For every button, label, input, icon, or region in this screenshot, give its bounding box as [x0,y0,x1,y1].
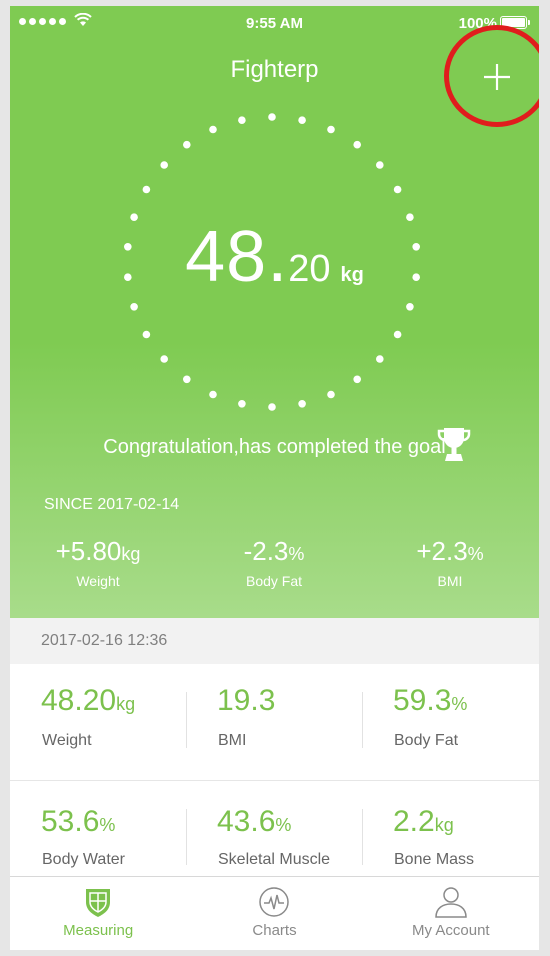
metrics-row: 53.6% Body Water 43.6% Skeletal Muscle 2… [10,780,539,885]
body-fat-change-label: Body Fat [245,573,303,589]
ring-dot [327,390,335,399]
record-datetime: 2017-02-16 12:36 [10,618,539,664]
metric-value: 59.3 [393,684,452,717]
since-date: SINCE 2017-02-14 [44,496,180,513]
metric-unit: % [275,815,292,835]
bmi-change-value: +2.3 [416,536,468,566]
weight-decimal: 20 [288,248,331,290]
body-fat-change: -2.3% Body Fat [186,536,362,589]
ring-dot [327,125,335,134]
shield-icon [86,889,111,917]
weight-change-value: +5.80 [55,536,122,566]
ring-dot [142,330,151,339]
ring-dot [268,113,276,121]
metric-label: Bone Mass [394,851,475,868]
ring-dot [160,355,168,363]
bmi-change-label: BMI [437,573,463,589]
ring-dot [298,400,306,408]
ring-dot [183,140,191,149]
tab-my-account[interactable]: My Account [363,877,539,950]
metric-value: 2.2 [393,805,435,838]
user-icon [435,887,467,918]
tab-label: My Account [412,922,490,939]
ring-dot [209,125,217,134]
metric-value: 43.6 [217,805,276,838]
metric-bone-mass[interactable]: 2.2kg Bone Mass [362,781,538,885]
metric-label: Weight [42,732,92,749]
tab-label: Measuring [63,922,134,939]
metrics-grid: 48.20kg Weight 19.3 BMI 59.3% Body Fat 5… [10,664,539,885]
weight-change-unit: kg [121,544,141,564]
ring-dot [238,116,246,124]
metric-body-fat[interactable]: 59.3% Body Fat [362,664,538,780]
app-screen: 9:55 AM 100% Fighterp 48.20 kg Congratula… [10,6,539,950]
ring-dot [130,303,138,311]
metric-label: Skeletal Muscle [218,851,331,868]
body-fat-change-value: -2.3 [243,536,289,566]
ring-dot [209,390,217,399]
metric-value: 53.6 [41,805,100,838]
ring-dot [238,400,246,408]
ring-dot [160,161,168,169]
ring-dot [298,116,306,124]
body-fat-change-unit: % [288,544,305,564]
ring-dot [376,355,384,363]
metric-unit: % [451,694,468,714]
weight-integer: 48. [185,217,289,297]
ring-dot [353,375,362,384]
metric-label: Body Fat [394,732,459,749]
bmi-change: +2.3% BMI [362,536,538,589]
ring-dot [393,330,402,339]
metric-unit: % [99,815,116,835]
metric-bmi[interactable]: 19.3 BMI [186,664,362,780]
ring-dot [376,161,384,169]
tab-label: Charts [252,922,297,939]
metric-label: Body Water [42,851,125,868]
tab-measuring[interactable]: Measuring [10,877,186,950]
weight-change: +5.80kg Weight [10,536,186,589]
ring-dot [393,185,402,194]
ring-dot [183,375,191,384]
tab-charts[interactable]: Charts [186,877,362,950]
current-weight: 48.20 kg [10,216,539,298]
goal-text: Congratulation,has completed the goal [103,436,446,458]
tab-bar: Measuring Charts My Account [10,876,539,950]
weight-change-label: Weight [76,573,120,589]
metric-unit: kg [116,694,136,714]
weight-unit: kg [340,264,364,286]
ring-dot [406,303,414,311]
ring-dot [353,140,362,149]
metric-body-water[interactable]: 53.6% Body Water [10,781,186,885]
trophy-icon [437,428,471,461]
metric-skeletal-muscle[interactable]: 43.6% Skeletal Muscle [186,781,362,885]
ring-dot [268,403,276,411]
metric-label: BMI [218,732,247,749]
metric-value: 19.3 [217,684,276,717]
metric-weight[interactable]: 48.20kg Weight [10,664,186,780]
metric-value: 48.20 [41,684,117,717]
summary-panel: 9:55 AM 100% Fighterp 48.20 kg Congratula… [10,6,539,618]
pulse-chart-icon [259,887,290,917]
metric-unit: kg [434,815,454,835]
metrics-row: 48.20kg Weight 19.3 BMI 59.3% Body Fat [10,664,539,780]
ring-dot [142,185,151,194]
bmi-change-unit: % [467,544,484,564]
